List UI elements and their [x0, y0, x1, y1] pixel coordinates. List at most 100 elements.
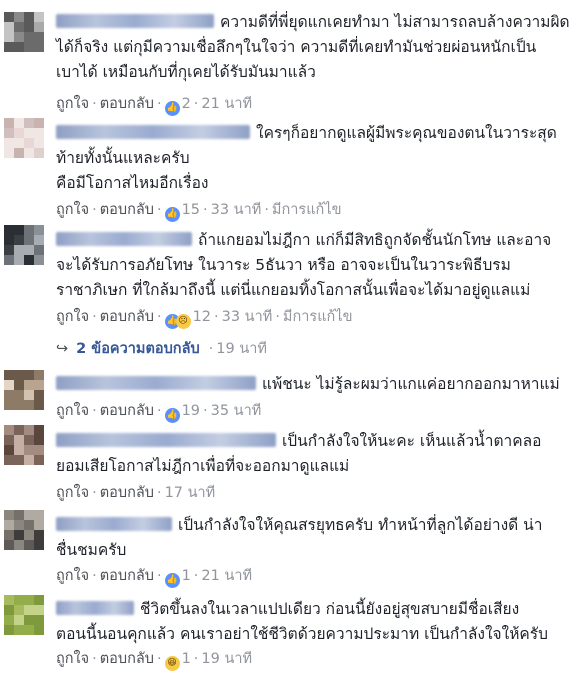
avatar-pixel [4, 445, 14, 455]
avatar-pixel [24, 380, 34, 390]
avatar-pixel [34, 12, 44, 22]
avatar-pixel [14, 42, 24, 52]
avatar[interactable] [4, 12, 44, 52]
comment-text-line: ได้ก็จริง แต่กุมีความเชื่อลึกๆในใจว่า คว… [56, 38, 537, 56]
comment-text-line: ถ้าแกยอมไม่ฎีกา แก่ก็มีสิทธิถูกจัดชั้นนั… [198, 231, 552, 249]
avatar-pixel [14, 148, 24, 158]
commenter-name[interactable] [56, 433, 276, 447]
avatar-pixel [4, 128, 14, 138]
avatar[interactable] [4, 595, 44, 635]
comment-timestamp[interactable]: 33 นาที [211, 202, 262, 218]
haha-reaction-icon[interactable]: 😆 [164, 656, 180, 671]
reply-button[interactable]: ตอบกลับ [100, 309, 154, 325]
avatar-pixel [4, 400, 14, 410]
avatar[interactable] [4, 118, 44, 158]
like-button[interactable]: ถูกใจ [56, 202, 89, 218]
avatar[interactable] [4, 370, 44, 410]
avatar-pixel [14, 435, 24, 445]
like-reaction-icon[interactable]: 👍 [164, 408, 180, 423]
like-button[interactable]: ถูกใจ [56, 96, 89, 112]
view-replies-link[interactable]: 2 ข้อความตอบกลับ [76, 341, 200, 357]
comment-timestamp[interactable]: 19 นาที [201, 651, 252, 667]
reaction-count[interactable]: 12 [193, 309, 211, 325]
avatar-pixel [4, 148, 14, 158]
avatar-pixel [24, 615, 34, 625]
avatar[interactable] [4, 510, 44, 550]
avatar-pixel [34, 128, 44, 138]
avatar-pixel [24, 128, 34, 138]
reply-button[interactable]: ตอบกลับ [100, 651, 154, 667]
sad-reaction-icon[interactable]: ☹ [175, 314, 191, 329]
avatar[interactable] [4, 425, 44, 465]
comment-body: ถ้าแกยอมไม่ฎีกา แก่ก็มีสิทธิถูกจัดชั้นนั… [56, 228, 584, 303]
avatar[interactable] [4, 225, 44, 265]
reply-button[interactable]: ตอบกลับ [100, 568, 154, 584]
comment-text-line: คือมีโอกาสไหมอีกเรื่อง [56, 174, 209, 192]
comment-body: ใครๆก็อยากดูแลผู้มีพระคุณของตนในวาระสุด … [56, 121, 584, 196]
avatar-pixel [34, 435, 44, 445]
like-reaction-icon[interactable]: 👍 [164, 207, 180, 222]
avatar-pixel [4, 235, 14, 245]
avatar-pixel [14, 510, 24, 520]
comment-text-line: ท้ายทั้งนั้นแหละครับ [56, 149, 190, 167]
avatar-pixel [14, 128, 24, 138]
avatar-pixel [34, 22, 44, 32]
reaction-count[interactable]: 15 [182, 202, 200, 218]
avatar-pixel [24, 625, 34, 635]
edited-label[interactable]: มีการแก้ไข [283, 309, 353, 325]
comment-timestamp[interactable]: 33 นาที [222, 309, 273, 325]
avatar-pixel [4, 370, 14, 380]
reply-button[interactable]: ตอบกลับ [100, 485, 154, 501]
like-button[interactable]: ถูกใจ [56, 403, 89, 419]
avatar-pixel [14, 390, 24, 400]
reaction-count[interactable]: 19 [182, 403, 200, 419]
commenter-name[interactable] [56, 376, 256, 390]
avatar-pixel [24, 42, 34, 52]
comment-timestamp[interactable]: 17 นาที [165, 485, 216, 501]
reply-button[interactable]: ตอบกลับ [100, 403, 154, 419]
replies-timestamp[interactable]: 19 นาที [216, 341, 267, 357]
commenter-name[interactable] [56, 14, 214, 28]
commenter-name[interactable] [56, 517, 172, 531]
commenter-name[interactable] [56, 601, 134, 615]
avatar-pixel [14, 245, 24, 255]
avatar-pixel [24, 118, 34, 128]
comment-timestamp[interactable]: 21 นาที [201, 568, 252, 584]
reaction-count[interactable]: 2 [182, 96, 191, 112]
avatar-pixel [24, 32, 34, 42]
avatar-pixel [14, 520, 24, 530]
avatar-pixel [34, 235, 44, 245]
avatar-pixel [34, 445, 44, 455]
like-button[interactable]: ถูกใจ [56, 309, 89, 325]
avatar-pixel [4, 455, 14, 465]
edited-label[interactable]: มีการแก้ไข [272, 202, 342, 218]
view-replies-row[interactable]: ↪ 2 ข้อความตอบกลับ · 19 นาที [56, 337, 267, 360]
avatar-pixel [4, 615, 14, 625]
like-button[interactable]: ถูกใจ [56, 568, 89, 584]
avatar-pixel [34, 510, 44, 520]
like-button[interactable]: ถูกใจ [56, 651, 89, 667]
avatar-pixel [34, 148, 44, 158]
comment-text-line: เบาได้ เหมือนกับที่กุเคยได้รับมันมาแล้ว [56, 63, 316, 81]
comment-text-line: ใครๆก็อยากดูแลผู้มีพระคุณของตนในวาระสุด [256, 124, 557, 142]
like-reaction-icon[interactable]: 👍 [164, 573, 180, 588]
avatar-pixel [34, 625, 44, 635]
avatar-pixel [24, 370, 34, 380]
commenter-name[interactable] [56, 125, 250, 139]
comment-text-line: เป็นกำลังใจให้คุณสรยุทธครับ ทำหน้าที่ลูก… [178, 516, 543, 534]
avatar-pixel [34, 615, 44, 625]
avatar-pixel [24, 225, 34, 235]
comment-actions: ถูกใจ · ตอบกลับ · 👍 1 · 21 นาที [56, 564, 252, 588]
reply-button[interactable]: ตอบกลับ [100, 202, 154, 218]
comment-body: แพ้ชนะ ไม่รู้ละผมว่าแกแค่อยากออกมาหาแม่ [56, 372, 584, 397]
reply-button[interactable]: ตอบกลับ [100, 96, 154, 112]
commenter-name[interactable] [56, 232, 192, 246]
avatar-pixel [14, 138, 24, 148]
comment-timestamp[interactable]: 35 นาที [211, 403, 262, 419]
reaction-count[interactable]: 1 [182, 651, 191, 667]
like-button[interactable]: ถูกใจ [56, 485, 89, 501]
avatar-pixel [34, 225, 44, 235]
comment-timestamp[interactable]: 21 นาที [201, 96, 252, 112]
reaction-count[interactable]: 1 [182, 568, 191, 584]
like-reaction-icon[interactable]: 👍 [164, 101, 180, 116]
